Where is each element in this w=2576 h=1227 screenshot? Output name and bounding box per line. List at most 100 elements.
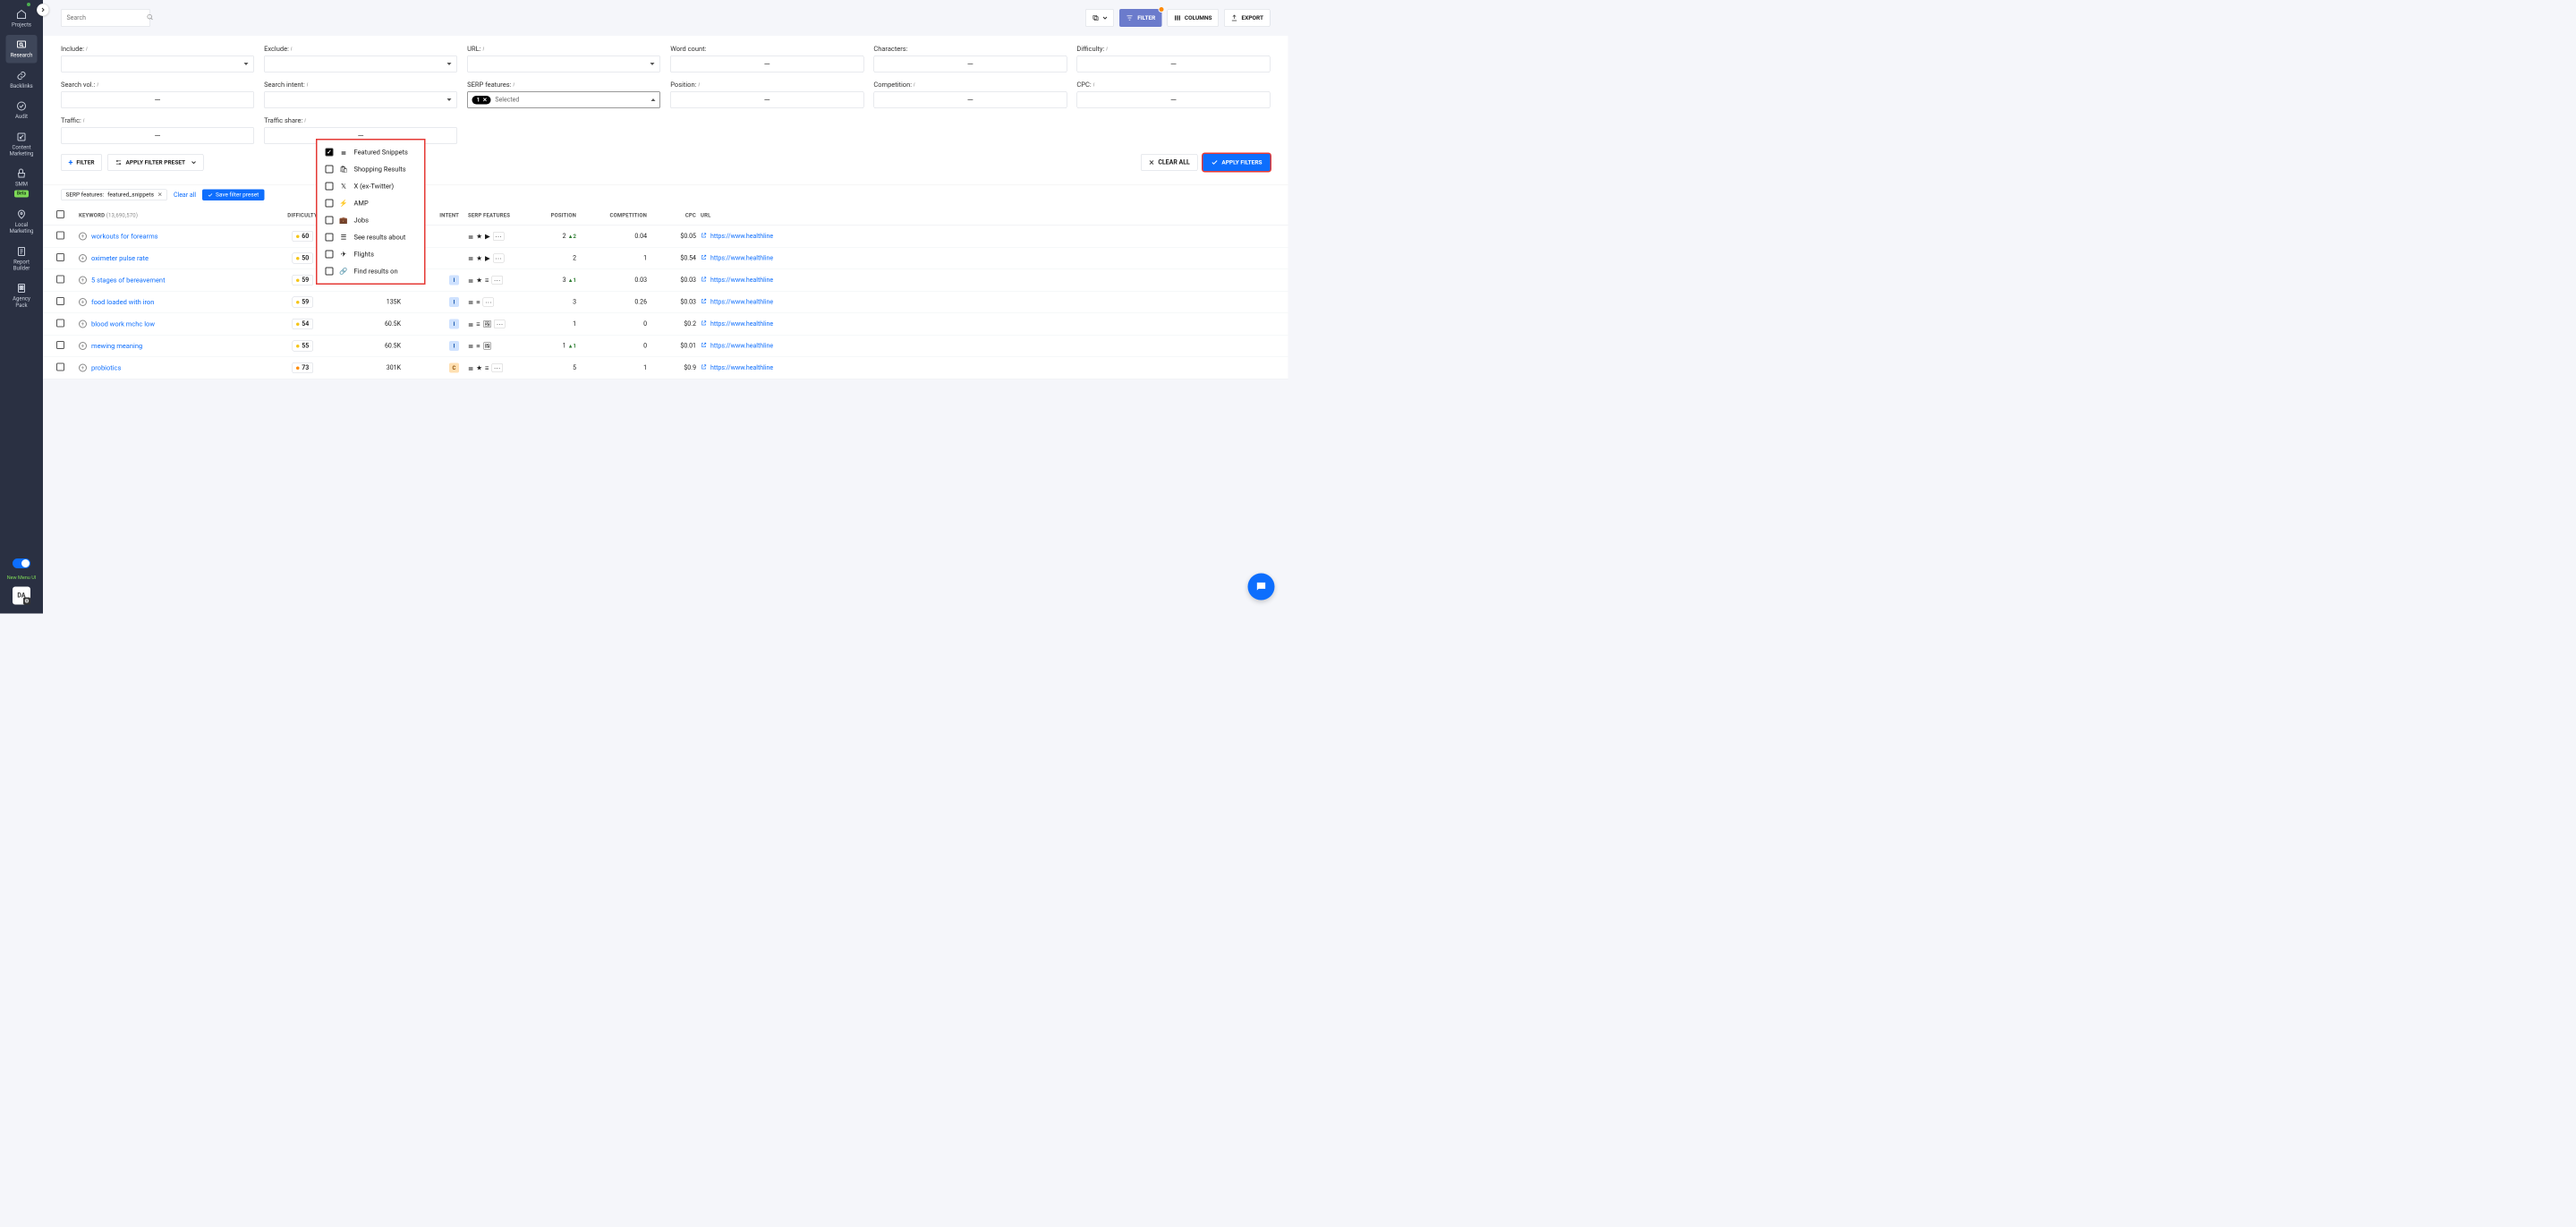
sidebar-expand-button[interactable] xyxy=(37,4,49,16)
filter-characters[interactable]: — xyxy=(873,55,1067,72)
external-link-icon[interactable] xyxy=(701,254,707,262)
row-checkbox[interactable] xyxy=(56,363,64,371)
row-checkbox[interactable] xyxy=(56,297,64,305)
chip-remove-icon[interactable]: ✕ xyxy=(157,192,162,199)
select-all-checkbox[interactable] xyxy=(56,210,64,218)
clear-all-button[interactable]: CLEAR ALL xyxy=(1141,154,1198,171)
da-avatar[interactable]: DA ⚙ xyxy=(13,587,30,605)
add-filter-button[interactable]: +FILTER xyxy=(61,154,102,171)
row-checkbox[interactable] xyxy=(56,253,64,261)
search-box[interactable] xyxy=(61,9,150,27)
new-menu-toggle[interactable] xyxy=(13,558,30,568)
external-link-icon[interactable] xyxy=(701,342,707,350)
serp-more-icon[interactable]: ⋯ xyxy=(483,298,495,307)
dropdown-option[interactable]: 💼Jobs xyxy=(318,212,425,229)
row-checkbox[interactable] xyxy=(56,320,64,328)
keyword-link[interactable]: mewing meaning xyxy=(91,342,142,350)
keyword-link[interactable]: workouts for forearms xyxy=(91,233,158,241)
keyword-link[interactable]: food loaded with iron xyxy=(91,298,154,306)
url-link[interactable]: https://www.healthline xyxy=(710,255,773,262)
serp-dropdown[interactable]: ≣Featured Snippets🛍Shopping Results𝕏X (e… xyxy=(316,139,426,285)
nav-audit[interactable]: Audit xyxy=(6,97,38,124)
clear-all-link[interactable]: Clear all xyxy=(174,192,196,199)
columns-button[interactable]: COLUMNS xyxy=(1167,9,1219,27)
th-competition[interactable]: COMPETITION xyxy=(580,212,651,218)
checkbox[interactable] xyxy=(326,183,334,191)
copy-dropdown-button[interactable] xyxy=(1085,9,1114,27)
filter-serp-features[interactable]: 1✕ Selected xyxy=(467,91,660,108)
checkbox[interactable] xyxy=(326,217,334,225)
dropdown-option[interactable]: ✈Flights xyxy=(318,246,425,263)
serp-more-icon[interactable]: ⋯ xyxy=(491,276,503,285)
checkbox[interactable] xyxy=(326,234,334,242)
add-keyword-icon[interactable]: + xyxy=(79,342,87,350)
filter-traffic[interactable]: — xyxy=(61,127,254,144)
checkbox[interactable] xyxy=(326,149,334,157)
serp-more-icon[interactable]: ⋯ xyxy=(493,232,505,241)
external-link-icon[interactable] xyxy=(701,364,707,372)
th-url[interactable]: URL xyxy=(701,212,1275,218)
filter-cpc[interactable]: — xyxy=(1076,91,1270,108)
add-keyword-icon[interactable]: + xyxy=(79,320,87,328)
checkbox[interactable] xyxy=(326,166,334,174)
row-checkbox[interactable] xyxy=(56,232,64,240)
filter-difficulty[interactable]: — xyxy=(1076,55,1270,72)
filter-competition[interactable]: — xyxy=(873,91,1067,108)
keyword-link[interactable]: oximeter pulse rate xyxy=(91,254,149,262)
th-cpc[interactable]: CPC xyxy=(651,212,701,218)
add-keyword-icon[interactable]: + xyxy=(79,277,87,285)
nav-research[interactable]: Research xyxy=(6,35,38,63)
apply-preset-button[interactable]: APPLY FILTER PRESET xyxy=(107,154,204,171)
dropdown-option[interactable]: 𝕏X (ex-Twitter) xyxy=(318,178,425,195)
nav-local-marketing[interactable]: Local Marketing xyxy=(6,204,38,238)
filter-searchvol[interactable]: — xyxy=(61,91,254,108)
serp-more-icon[interactable]: ⋯ xyxy=(493,254,505,263)
row-checkbox[interactable] xyxy=(56,276,64,284)
nav-projects[interactable]: Projects xyxy=(6,4,38,32)
external-link-icon[interactable] xyxy=(701,320,707,328)
search-input[interactable] xyxy=(67,14,147,21)
dropdown-option[interactable]: ≣Featured Snippets xyxy=(318,144,425,161)
add-keyword-icon[interactable]: + xyxy=(79,364,87,372)
url-link[interactable]: https://www.healthline xyxy=(710,277,773,284)
serp-more-icon[interactable]: ⋯ xyxy=(494,320,506,328)
dropdown-option[interactable]: ⚡AMP xyxy=(318,195,425,212)
filter-wordcount[interactable]: — xyxy=(670,55,863,72)
checkbox[interactable] xyxy=(326,251,334,259)
serp-more-icon[interactable]: ⋯ xyxy=(491,363,503,372)
th-keyword[interactable]: KEYWORD xyxy=(79,212,105,218)
url-link[interactable]: https://www.healthline xyxy=(710,233,773,240)
filter-include[interactable] xyxy=(61,55,254,72)
nav-content-marketing[interactable]: Content Marketing xyxy=(6,127,38,161)
add-keyword-icon[interactable]: + xyxy=(79,233,87,241)
url-link[interactable]: https://www.healthline xyxy=(710,343,773,350)
add-keyword-icon[interactable]: + xyxy=(79,254,87,262)
nav-backlinks[interactable]: Backlinks xyxy=(6,65,38,93)
filter-intent[interactable] xyxy=(264,91,457,108)
row-checkbox[interactable] xyxy=(56,341,64,349)
export-button[interactable]: EXPORT xyxy=(1224,9,1270,27)
external-link-icon[interactable] xyxy=(701,233,707,241)
apply-filters-button[interactable]: APPLY FILTERS xyxy=(1203,154,1270,171)
external-link-icon[interactable] xyxy=(701,298,707,306)
nav-smm[interactable]: SMM Beta xyxy=(6,164,38,201)
url-link[interactable]: https://www.healthline xyxy=(710,299,773,306)
nav-agency-pack[interactable]: Agency Pack xyxy=(6,278,38,312)
filter-button[interactable]: FILTER xyxy=(1119,9,1161,27)
url-link[interactable]: https://www.healthline xyxy=(710,364,773,371)
keyword-link[interactable]: probiotics xyxy=(91,364,121,372)
chat-button[interactable] xyxy=(1248,574,1275,601)
filter-position[interactable]: — xyxy=(670,91,863,108)
url-link[interactable]: https://www.healthline xyxy=(710,320,773,328)
checkbox[interactable] xyxy=(326,268,334,276)
checkbox[interactable] xyxy=(326,200,334,208)
dropdown-option[interactable]: 🛍Shopping Results xyxy=(318,161,425,178)
keyword-link[interactable]: blood work mchc low xyxy=(91,320,155,328)
dropdown-option[interactable]: 🔗Find results on xyxy=(318,263,425,280)
th-serp[interactable]: SERP FEATURES xyxy=(468,212,531,218)
external-link-icon[interactable] xyxy=(701,277,707,285)
save-preset-button[interactable]: Save filter preset xyxy=(202,190,264,201)
pill-clear-icon[interactable]: ✕ xyxy=(482,97,487,103)
keyword-link[interactable]: 5 stages of bereavement xyxy=(91,277,166,285)
dropdown-option[interactable]: ☰See results about xyxy=(318,229,425,246)
